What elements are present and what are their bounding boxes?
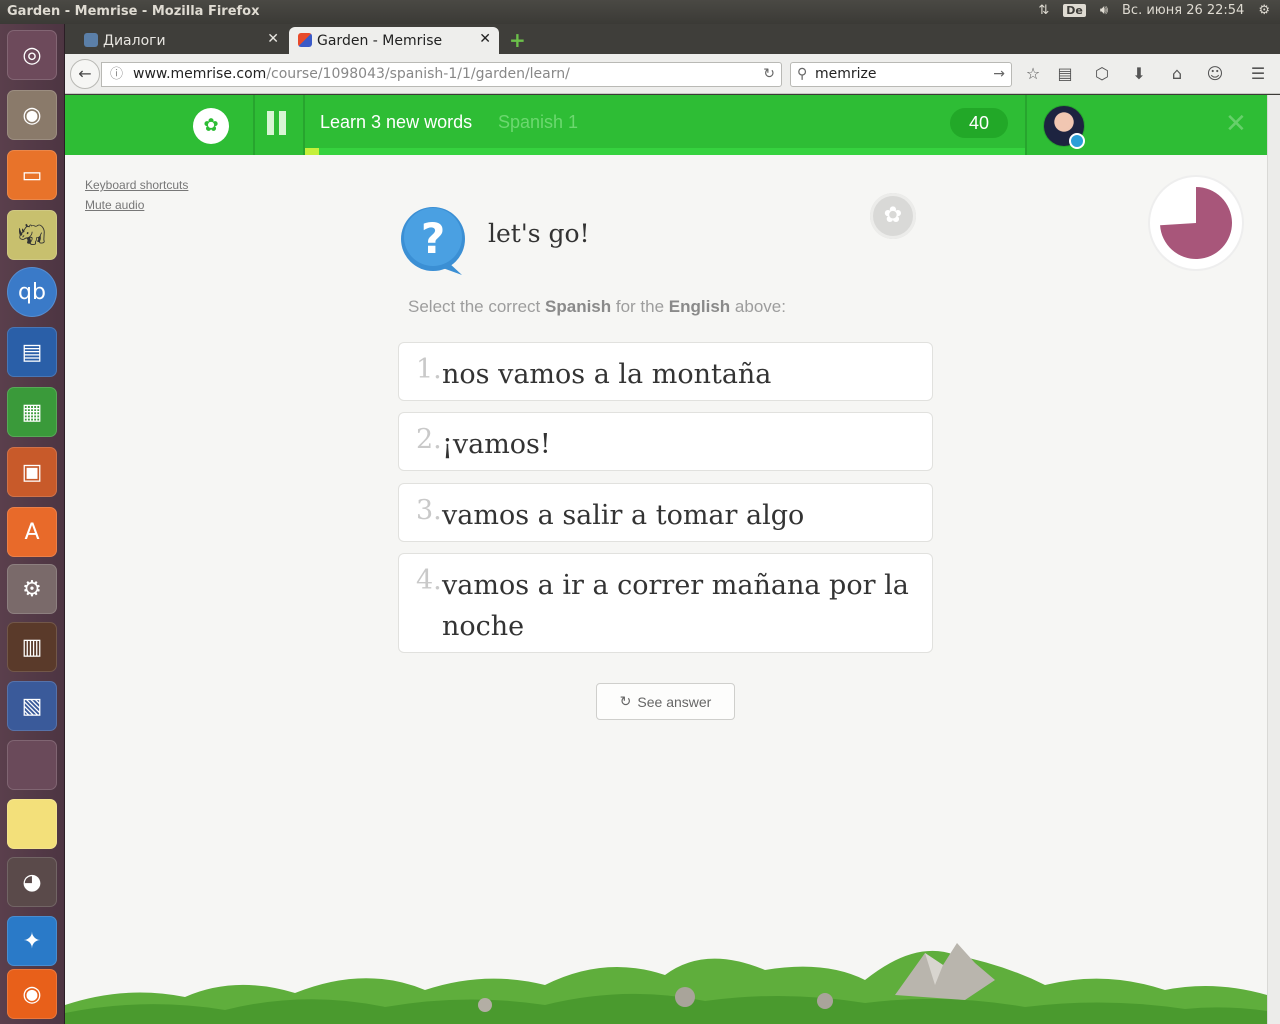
writer-icon[interactable]: ▤ [7, 327, 57, 377]
network-icon[interactable]: ⇅ [1038, 3, 1049, 18]
books-icon[interactable]: ▥ [7, 622, 57, 672]
option-text: vamos a ir a correr mañana por la noche [442, 570, 909, 642]
garden-landscape-illustration [65, 943, 1267, 1024]
close-session-icon[interactable]: ✕ [1225, 109, 1247, 139]
tab-dialogs[interactable]: Диалоги ✕ [75, 27, 287, 54]
system-settings-icon[interactable]: ⚙ [7, 564, 57, 614]
window-title: Garden - Memrise - Mozilla Firefox [7, 4, 260, 19]
files-icon[interactable]: ▭ [7, 150, 57, 200]
new-tab-button[interactable]: + [509, 28, 526, 52]
search-value: memrize [815, 66, 877, 82]
reload-icon[interactable]: ↻ [763, 63, 775, 86]
prompt-text: let's go! [488, 219, 590, 248]
workspace-switcher-icon[interactable] [7, 740, 57, 790]
page-content: ✿ Learn 3 new words Spanish 1 40 ✕ Keybo… [65, 95, 1267, 1024]
chat-icon[interactable]: ☺ [1204, 63, 1226, 85]
question-bubble-icon: ? [401, 207, 465, 275]
see-answer-button[interactable]: ↻ See answer [596, 683, 735, 720]
option-number: 3. [416, 495, 442, 526]
firefox-icon[interactable]: ◉ [7, 969, 57, 1019]
answer-option-3[interactable]: 3. vamos a salir a tomar algo [398, 483, 933, 542]
home-icon[interactable]: ⌂ [1166, 63, 1188, 85]
book-reader-icon[interactable]: ▧ [7, 681, 57, 731]
instruction-part: Select the correct [408, 297, 546, 316]
svg-text:?: ? [421, 214, 445, 263]
gear-icon[interactable]: ⚙ [1258, 3, 1270, 18]
menu-icon[interactable]: ☰ [1247, 63, 1269, 85]
back-button[interactable]: ← [70, 59, 100, 89]
refresh-icon: ↻ [619, 693, 632, 709]
url-path: /course/1098043/spanish-1/1/garden/learn… [266, 66, 570, 82]
calc-icon[interactable]: ▦ [7, 387, 57, 437]
session-title: Learn 3 new words [320, 112, 473, 132]
qbittorrent-icon[interactable]: qb [7, 267, 57, 317]
search-go-icon[interactable]: → [993, 63, 1005, 86]
remmina-icon[interactable]: ✦ [7, 916, 57, 966]
session-header: ✿ Learn 3 new words Spanish 1 40 ✕ [65, 95, 1267, 155]
keyboard-shortcuts-link[interactable]: Keyboard shortcuts [85, 178, 188, 192]
target-language: Spanish [545, 297, 612, 316]
sticky-notes-icon[interactable] [7, 799, 57, 849]
option-text: vamos a salir a tomar algo [442, 500, 805, 531]
close-tab-icon[interactable]: ✕ [267, 31, 279, 47]
tab-garden-memrise[interactable]: Garden - Memrise ✕ [289, 27, 499, 54]
unity-launcher: ◎ ◉ ▭ 🦏︎ qb ▤ ▦ ▣ A ⚙ ▥ ▧ ◕ ✦ ◉ [0, 24, 65, 1024]
sound-app-icon[interactable]: ◉ [7, 90, 57, 140]
pocket-icon[interactable]: ⬡ [1091, 63, 1113, 85]
score-badge: 40 [950, 108, 1008, 138]
keyboard-layout-indicator[interactable]: De [1063, 4, 1086, 17]
pause-bar [267, 111, 274, 135]
instruction-part: above: [730, 297, 786, 316]
course-name[interactable]: Spanish 1 [498, 112, 578, 133]
downloads-icon[interactable]: ⬇ [1128, 63, 1150, 85]
tab-label: Garden - Memrise [317, 32, 443, 49]
divider [253, 95, 255, 155]
session-progress-bar [305, 148, 1025, 155]
session-progress-fill [305, 148, 320, 155]
option-number: 4. [416, 565, 442, 596]
answer-option-4[interactable]: 4. vamos a ir a correr mañana por la noc… [398, 553, 933, 653]
mem-hint-icon[interactable]: ✿ [870, 193, 916, 239]
pause-button[interactable] [265, 111, 291, 139]
option-number: 2. [416, 424, 442, 455]
memrise-favicon-icon [298, 33, 312, 47]
info-icon[interactable]: ⓘ [110, 63, 123, 86]
mute-audio-link[interactable]: Mute audio [85, 198, 144, 212]
answer-option-2[interactable]: 2. ¡vamos! [398, 412, 933, 471]
page-scrollbar[interactable] [1267, 95, 1280, 1024]
see-answer-label: See answer [637, 693, 712, 710]
reading-list-icon[interactable]: ▤ [1054, 63, 1076, 85]
option-text: ¡vamos! [442, 429, 551, 460]
os-top-panel: Garden - Memrise - Mozilla Firefox ⇅ De … [0, 0, 1280, 24]
ubuntu-dash-icon[interactable]: ◎ [7, 30, 57, 80]
option-text: nos vamos a la montaña [442, 359, 772, 390]
volume-icon[interactable]: 🔊︎ [1100, 3, 1108, 18]
bookmark-star-icon[interactable]: ☆ [1022, 63, 1044, 85]
search-icon: ⚲ [797, 66, 808, 82]
vk-favicon-icon [84, 33, 98, 47]
gimp-icon[interactable]: ◕ [7, 857, 57, 907]
url-host: www.memrise.com [133, 66, 267, 82]
navigation-bar: ← ⓘ www.memrise.com/course/1098043/spani… [65, 54, 1280, 94]
memrise-logo-icon[interactable]: ✿ [193, 108, 229, 144]
rhino-app-icon[interactable]: 🦏︎ [7, 210, 57, 260]
impress-icon[interactable]: ▣ [7, 447, 57, 497]
tab-bar: Диалоги ✕ Garden - Memrise ✕ + [65, 24, 1280, 54]
close-tab-icon[interactable]: ✕ [479, 31, 491, 47]
countdown-timer [1150, 177, 1242, 269]
instruction-text: Select the correct Spanish for the Engli… [408, 297, 786, 317]
software-center-icon[interactable]: A [7, 507, 57, 557]
search-input[interactable]: ⚲ memrize → [790, 62, 1012, 87]
tab-label: Диалоги [103, 32, 166, 49]
answer-option-1[interactable]: 1. nos vamos a la montaña [398, 342, 933, 401]
clock[interactable]: Вс. июня 26 22:54 [1122, 3, 1244, 18]
instruction-part: for the [611, 297, 669, 316]
pause-bar [279, 111, 286, 135]
divider [303, 95, 305, 155]
avatar-badge-icon [1069, 133, 1085, 149]
source-language: English [668, 297, 731, 316]
url-bar[interactable]: ⓘ www.memrise.com/course/1098043/spanish… [101, 62, 782, 87]
option-number: 1. [416, 354, 442, 385]
